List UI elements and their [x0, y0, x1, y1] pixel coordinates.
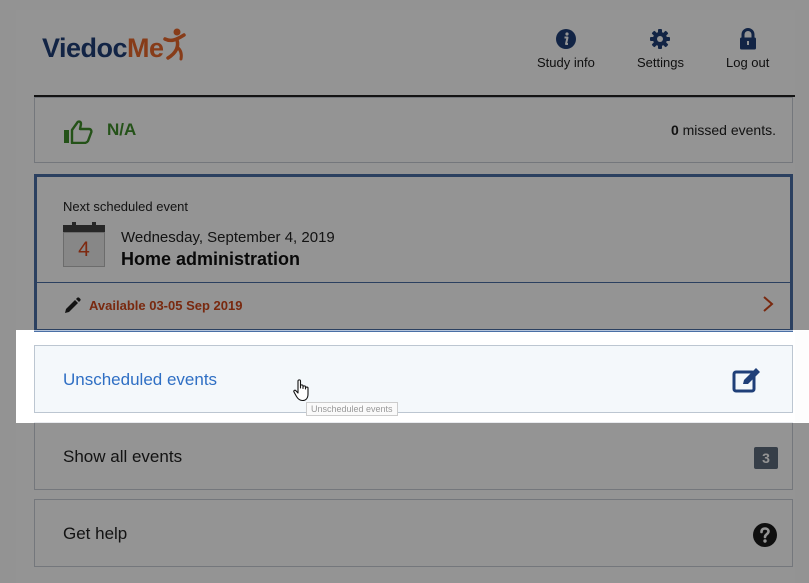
open-event-row[interactable]: Available 03-05 Sep 2019: [37, 283, 790, 329]
next-event-label: Next scheduled event: [63, 199, 189, 214]
events-count-badge: 3: [754, 447, 778, 469]
nav-settings[interactable]: Settings: [637, 28, 684, 70]
availability-text: Available 03-05 Sep 2019: [89, 298, 243, 313]
calendar-ring-left: [72, 222, 76, 230]
question-circle-icon: [753, 523, 777, 547]
info-circle-icon: [555, 29, 576, 49]
show-all-events-label: Show all events: [63, 447, 183, 466]
header: ViedocMe Study info Settings Log out: [16, 10, 795, 95]
viedocme-logo: ViedocMe: [42, 28, 188, 68]
app-shell: ViedocMe Study info Settings Log out N/A…: [16, 10, 795, 583]
unscheduled-events-button[interactable]: Unscheduled events: [34, 345, 793, 413]
thumbs-up-icon: [64, 120, 93, 144]
nav-settings-label: Settings: [637, 55, 684, 70]
calendar-day: 4: [63, 232, 105, 267]
logo-text-viedoc: Viedoc: [42, 32, 128, 63]
nav-log-out[interactable]: Log out: [726, 28, 769, 70]
logo-text-me: Me: [127, 32, 164, 63]
next-event-title: Home administration: [121, 249, 301, 269]
get-help-label: Get help: [63, 524, 128, 543]
calendar-icon: 4: [63, 222, 105, 267]
missed-events-count: 0: [670, 122, 679, 138]
compliance-status-card: N/A 0 missed events.: [34, 97, 793, 163]
dim-overlay-left: [0, 330, 16, 423]
nav-study-info-label: Study info: [537, 55, 595, 70]
nav-log-out-label: Log out: [726, 55, 770, 70]
missed-events-text: missed events.: [682, 122, 776, 138]
compliance-value: N/A: [107, 120, 137, 139]
calendar-top-bar: [63, 225, 105, 232]
hand-cursor-icon: [293, 379, 309, 402]
tooltip: Unscheduled events: [306, 402, 398, 416]
calendar-ring-right: [92, 222, 96, 230]
pencil-icon: [65, 297, 81, 313]
edit-note-icon: [732, 368, 760, 393]
logo-text: ViedocMe: [42, 33, 164, 64]
next-event-date: Wednesday, September 4, 2019: [121, 229, 335, 246]
lock-icon: [739, 28, 756, 50]
next-event-card: Next scheduled event 4 Wednesday, Septem…: [34, 174, 793, 332]
unscheduled-events-label: Unscheduled events: [63, 370, 218, 389]
logo-figure-icon: [162, 28, 186, 61]
chevron-right-icon: [763, 296, 774, 312]
nav-study-info[interactable]: Study info: [537, 28, 595, 70]
get-help-button[interactable]: Get help: [34, 499, 793, 567]
missed-events-summary: 0 missed events.: [671, 122, 776, 138]
show-all-events-button[interactable]: Show all events 3: [34, 422, 793, 490]
gear-icon: [650, 29, 671, 49]
